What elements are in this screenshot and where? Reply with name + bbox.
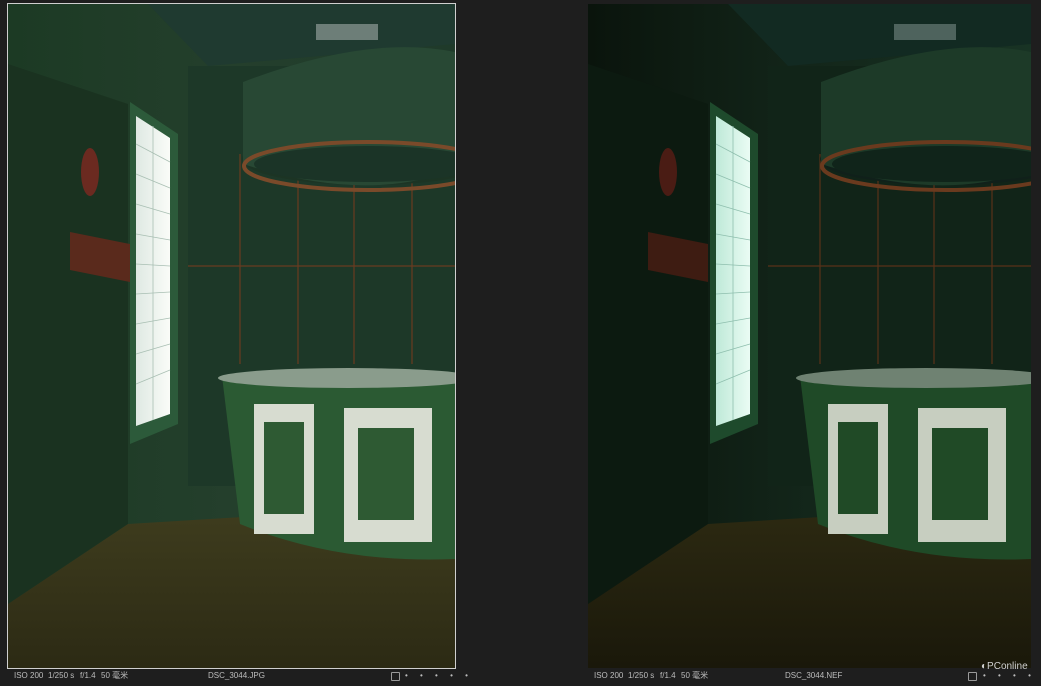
photo-metadata-bar: ISO 200 1/250 s f/1.4 50 毫米 DSC_3044.NEF…	[588, 668, 1041, 684]
aperture-value: f/1.4	[660, 671, 676, 680]
rating-dots[interactable]: • • • • •	[405, 668, 473, 684]
image-panel-jpg[interactable]: ISO 200 1/250 s f/1.4 50 毫米 DSC_3044.JPG…	[7, 3, 468, 684]
filename: DSC_3044.NEF	[785, 671, 843, 680]
iso-value: ISO 200	[14, 671, 44, 680]
iso-value: ISO 200	[594, 671, 624, 680]
shutter-value: 1/250 s	[48, 671, 75, 680]
select-checkbox[interactable]	[968, 672, 977, 681]
photo-thumbnail[interactable]	[588, 4, 1031, 668]
watermark-text: PConline	[987, 661, 1028, 672]
pconline-watermark: ◐PConline	[981, 661, 1028, 672]
select-checkbox[interactable]	[391, 672, 400, 681]
photo-image	[588, 4, 1031, 668]
photo-metadata-bar: ISO 200 1/250 s f/1.4 50 毫米 DSC_3044.JPG…	[8, 668, 468, 684]
focal-length-value: 50 毫米	[101, 671, 129, 680]
photo-thumbnail[interactable]	[7, 3, 456, 669]
photo-image	[8, 4, 455, 668]
shutter-value: 1/250 s	[628, 671, 655, 680]
aperture-value: f/1.4	[80, 671, 96, 680]
image-panel-nef[interactable]: ISO 200 1/250 s f/1.4 50 毫米 DSC_3044.NEF…	[588, 4, 1041, 684]
focal-length-value: 50 毫米	[681, 671, 709, 680]
filename: DSC_3044.JPG	[208, 671, 265, 680]
